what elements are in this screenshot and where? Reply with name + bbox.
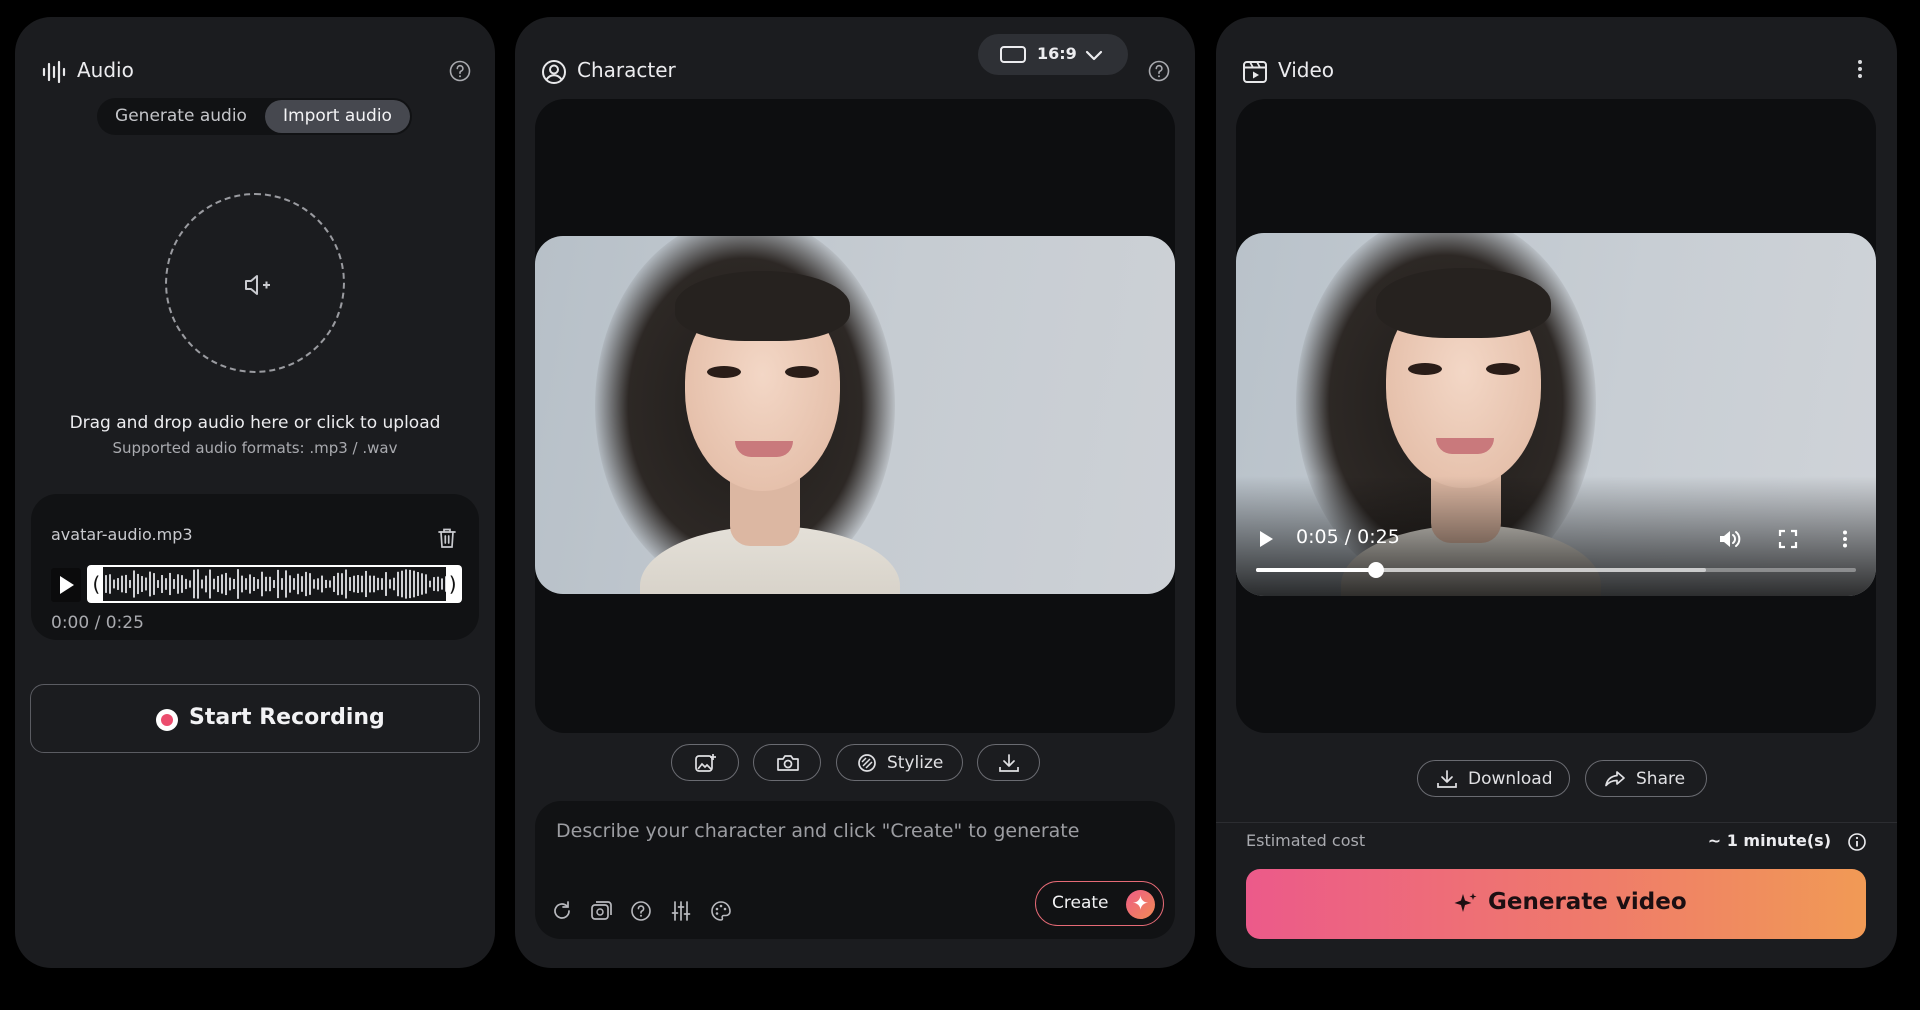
audio-file-card: avatar-audio.mp3 ( ) 0:00 / 0:25 [31, 494, 479, 640]
image-swap-icon[interactable] [590, 900, 612, 922]
sparkle-icon [1454, 893, 1477, 912]
video-play-icon[interactable] [1258, 530, 1274, 548]
video-progress-bar[interactable] [1256, 562, 1856, 578]
more-options-icon[interactable] [1857, 59, 1863, 79]
waveform-bars [105, 569, 446, 599]
upload-formats: Supported audio formats: .mp3 / .wav [112, 439, 398, 457]
start-recording-label: Start Recording [189, 705, 385, 730]
help-icon[interactable] [630, 900, 652, 922]
trim-end-handle[interactable]: ) [447, 572, 459, 596]
palette-icon[interactable] [710, 900, 732, 922]
add-image-button[interactable] [671, 744, 739, 781]
trim-start-handle[interactable]: ( [90, 572, 102, 596]
record-icon [156, 709, 178, 731]
download-image-button[interactable] [977, 744, 1040, 781]
video-more-icon[interactable] [1842, 530, 1848, 548]
info-icon[interactable] [1847, 832, 1867, 852]
character-stage [535, 99, 1175, 733]
character-image [535, 236, 1175, 594]
fullscreen-icon[interactable] [1778, 529, 1798, 549]
video-scrub-handle[interactable] [1368, 562, 1384, 578]
video-panel: Video 0:05 / 0:25 Download Share Estimat… [1216, 17, 1897, 968]
speaker-add-icon [245, 275, 270, 295]
audio-waveform[interactable]: ( ) [87, 565, 462, 603]
tab-import-audio[interactable]: Import audio [265, 100, 410, 133]
tab-generate-audio[interactable]: Generate audio [99, 100, 263, 133]
character-prompt-box[interactable]: Describe your character and click "Creat… [535, 801, 1175, 939]
video-stage: 0:05 / 0:25 [1236, 99, 1876, 733]
help-icon[interactable] [1147, 59, 1171, 83]
character-panel: Character 16:9 Stylize Describe your cha… [515, 17, 1195, 968]
audio-source-toggle: Generate audio Import audio [97, 98, 412, 135]
share-label: Share [1636, 769, 1686, 789]
audio-file-time: 0:00 / 0:25 [51, 613, 144, 633]
divider [1216, 822, 1897, 823]
download-icon [1437, 770, 1457, 788]
user-circle-icon [542, 60, 566, 84]
aspect-ratio-icon [1000, 46, 1026, 63]
video-player[interactable]: 0:05 / 0:25 [1236, 233, 1876, 596]
image-add-icon [695, 754, 716, 772]
download-video-button[interactable]: Download [1417, 760, 1570, 797]
audio-panel: Audio Generate audio Import audio Drag a… [15, 17, 495, 968]
download-label: Download [1468, 769, 1553, 789]
generate-video-button[interactable]: Generate video [1246, 869, 1866, 939]
aspect-ratio-dropdown[interactable]: 16:9 [978, 34, 1128, 75]
audio-play-icon[interactable] [51, 568, 81, 602]
prompt-placeholder: Describe your character and click "Creat… [556, 820, 1080, 842]
chevron-down-icon [1085, 50, 1103, 61]
refresh-icon[interactable] [551, 900, 573, 922]
palette-icon [858, 754, 876, 772]
start-recording-button[interactable]: Start Recording [30, 684, 480, 753]
download-icon [999, 754, 1019, 772]
stylize-button[interactable]: Stylize [836, 744, 963, 781]
character-toolbar: Stylize [515, 744, 1195, 781]
trash-icon[interactable] [437, 527, 457, 549]
audio-wave-icon [42, 60, 66, 84]
camera-icon [777, 755, 799, 771]
audio-file-name: avatar-audio.mp3 [51, 525, 193, 544]
video-time: 0:05 / 0:25 [1296, 526, 1400, 548]
share-button[interactable]: Share [1585, 760, 1707, 797]
stylize-label: Stylize [887, 753, 944, 773]
share-icon [1605, 771, 1625, 787]
create-label: Create [1052, 893, 1109, 913]
sliders-icon[interactable] [670, 900, 692, 922]
aspect-ratio-value: 16:9 [1037, 44, 1077, 63]
audio-title: Audio [77, 58, 134, 82]
video-clip-icon [1243, 61, 1267, 83]
volume-icon[interactable] [1718, 528, 1742, 550]
sparkle-plus-icon: ✦ [1126, 890, 1155, 919]
create-button[interactable]: Create ✦ [1035, 881, 1164, 926]
video-played [1256, 568, 1376, 572]
character-title: Character [577, 58, 676, 82]
estimated-cost-value: ~ 1 minute(s) [1707, 831, 1831, 850]
audio-upload-dropzone[interactable] [165, 193, 345, 373]
help-icon[interactable] [448, 59, 472, 83]
upload-instructions: Drag and drop audio here or click to upl… [69, 413, 441, 433]
estimated-cost-label: Estimated cost [1246, 831, 1366, 850]
camera-button[interactable] [753, 744, 821, 781]
generate-video-label: Generate video [1488, 889, 1687, 915]
video-title: Video [1278, 58, 1335, 82]
